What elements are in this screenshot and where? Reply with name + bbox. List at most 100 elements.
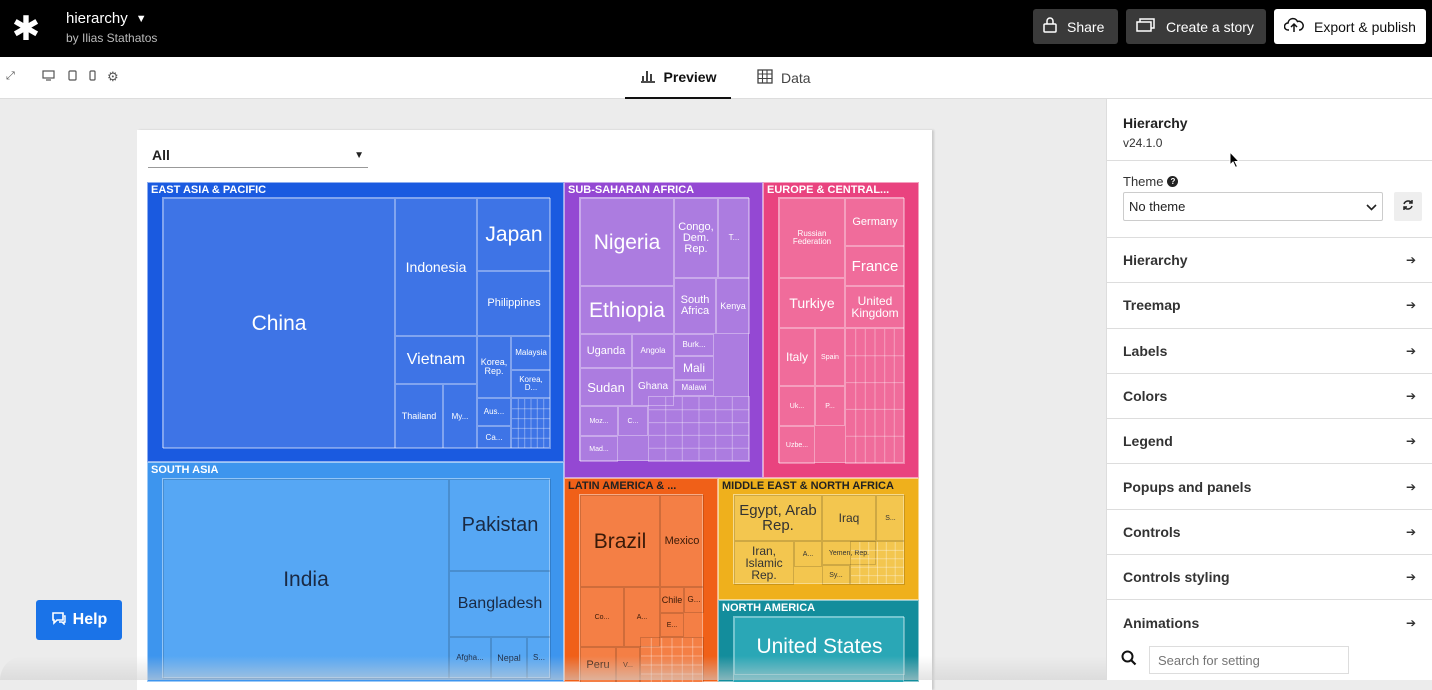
cell-russian-federation[interactable]: Russian Federation: [779, 198, 845, 278]
cell-small-countries[interactable]: [845, 328, 905, 464]
cell-small-countries[interactable]: [850, 541, 905, 585]
cell-south-africa[interactable]: South Africa: [674, 278, 716, 334]
theme-select[interactable]: No theme: [1123, 192, 1383, 221]
cell-cameroon[interactable]: C...: [618, 406, 648, 436]
cell-france[interactable]: France: [845, 246, 905, 286]
gear-icon[interactable]: ⚙: [107, 69, 119, 85]
cell-bangladesh[interactable]: Bangladesh: [449, 571, 551, 637]
cell-colombia[interactable]: Co...: [580, 587, 624, 647]
region-sub-saharan-africa[interactable]: SUB-SAHARAN AFRICA Nigeria Congo, Dem. R…: [564, 182, 763, 478]
region-filter-dropdown[interactable]: All ▼: [148, 143, 368, 168]
chevron-down-icon[interactable]: ▼: [136, 13, 147, 25]
section-colors[interactable]: Colors ➔: [1107, 374, 1432, 420]
help-icon[interactable]: ?: [1167, 176, 1179, 187]
project-title[interactable]: hierarchy: [66, 10, 128, 27]
cell-peru[interactable]: Peru: [580, 647, 616, 682]
cell-india[interactable]: India: [163, 479, 449, 679]
region-east-asia[interactable]: EAST ASIA & PACIFIC China Indonesia Japa…: [147, 182, 564, 462]
arrow-right-icon: ➔: [1405, 343, 1416, 358]
cell-korea-rep[interactable]: Korea, Rep.: [477, 336, 511, 398]
desktop-view-icon[interactable]: [42, 70, 55, 84]
section-popups-panels[interactable]: Popups and panels ➔: [1107, 464, 1432, 510]
cell-china[interactable]: China: [163, 198, 395, 449]
cell-italy[interactable]: Italy: [779, 328, 815, 386]
cell-poland[interactable]: P...: [815, 386, 845, 426]
export-publish-button[interactable]: Export & publish: [1274, 9, 1426, 44]
cell-pakistan[interactable]: Pakistan: [449, 479, 551, 571]
section-animations[interactable]: Animations ➔: [1107, 600, 1432, 646]
cell-nigeria[interactable]: Nigeria: [580, 198, 674, 286]
section-labels[interactable]: Labels ➔: [1107, 329, 1432, 374]
tab-preview[interactable]: Preview: [625, 57, 731, 99]
cell-burkina-faso[interactable]: Burk...: [674, 334, 714, 356]
cell-united-kingdom[interactable]: United Kingdom: [845, 286, 905, 328]
cell-chile[interactable]: Chile: [660, 587, 684, 613]
region-europe-central-asia[interactable]: EUROPE & CENTRAL... Russian Federation G…: [763, 182, 919, 478]
section-hierarchy[interactable]: Hierarchy ➔: [1107, 238, 1432, 284]
cell-sudan[interactable]: Sudan: [580, 368, 632, 406]
fullscreen-icon[interactable]: ⤢: [6, 70, 15, 83]
section-legend[interactable]: Legend ➔: [1107, 419, 1432, 465]
cell-ukraine[interactable]: Uk...: [779, 386, 815, 426]
cell-malaysia[interactable]: Malaysia: [511, 336, 551, 370]
cell-guatemala[interactable]: G...: [684, 587, 704, 613]
create-story-button[interactable]: Create a story: [1126, 9, 1266, 44]
cell-cambodia[interactable]: Ca...: [477, 426, 511, 449]
section-controls-styling[interactable]: Controls styling ➔: [1107, 555, 1432, 601]
cell-angola[interactable]: Angola: [632, 334, 674, 368]
tab-data[interactable]: Data: [757, 57, 817, 99]
cell-mexico[interactable]: Mexico: [660, 495, 704, 587]
region-north-america[interactable]: NORTH AMERICA United States: [718, 600, 919, 682]
cell-iraq[interactable]: Iraq: [822, 495, 876, 541]
cell-syria[interactable]: Sy...: [822, 565, 850, 585]
cell-germany[interactable]: Germany: [845, 198, 905, 246]
cell-kenya[interactable]: Kenya: [716, 278, 750, 334]
refresh-theme-button[interactable]: [1394, 192, 1422, 221]
cell-australia[interactable]: Aus...: [477, 398, 511, 426]
cell-madagascar[interactable]: Mad...: [580, 436, 618, 462]
cell-ethiopia[interactable]: Ethiopia: [580, 286, 674, 334]
section-treemap[interactable]: Treemap ➔: [1107, 283, 1432, 329]
share-button[interactable]: Share: [1033, 9, 1118, 44]
cell-united-states[interactable]: United States: [734, 617, 905, 675]
cell-turkiye[interactable]: Turkiye: [779, 278, 845, 328]
region-south-asia[interactable]: SOUTH ASIA India Pakistan Bangladesh Afg…: [147, 462, 564, 682]
section-controls[interactable]: Controls ➔: [1107, 510, 1432, 556]
cell-mozambique[interactable]: Moz...: [580, 406, 618, 436]
cell-congo-dem-rep[interactable]: Congo, Dem. Rep.: [674, 198, 718, 278]
region-middle-east-north-africa[interactable]: MIDDLE EAST & NORTH AFRICA Egypt, Arab R…: [718, 478, 919, 600]
cell-algeria[interactable]: A...: [794, 541, 822, 567]
cell-nepal[interactable]: Nepal: [491, 637, 527, 679]
project-title-area[interactable]: hierarchy ▼ by Ilias Stathatos: [66, 10, 157, 45]
cell-japan[interactable]: Japan: [477, 198, 551, 271]
cell-uzbekistan[interactable]: Uzbe...: [779, 426, 815, 464]
mobile-view-icon[interactable]: [89, 70, 96, 84]
cell-spain[interactable]: Spain: [815, 328, 845, 386]
cell-philippines[interactable]: Philippines: [477, 271, 551, 336]
cell-malawi[interactable]: Malawi: [674, 380, 714, 396]
tablet-view-icon[interactable]: [68, 70, 77, 84]
cell-venezuela[interactable]: V...: [616, 647, 640, 682]
cell-brazil[interactable]: Brazil: [580, 495, 660, 587]
cell-mali[interactable]: Mali: [674, 356, 714, 380]
cell-indonesia[interactable]: Indonesia: [395, 198, 477, 336]
cell-myanmar[interactable]: My...: [443, 384, 477, 449]
cell-small-countries[interactable]: [640, 637, 704, 682]
cell-korea-dpr[interactable]: Korea, D...: [511, 370, 551, 398]
help-button[interactable]: Help: [36, 600, 122, 640]
cell-iran[interactable]: Iran, Islamic Rep.: [734, 541, 794, 585]
cell-small-countries[interactable]: [511, 398, 551, 449]
flourish-logo-icon[interactable]: ✱: [0, 0, 52, 57]
cell-egypt[interactable]: Egypt, Arab Rep.: [734, 495, 822, 541]
cell-thailand[interactable]: Thailand: [395, 384, 443, 449]
cell-ecuador[interactable]: E...: [660, 613, 684, 637]
cell-vietnam[interactable]: Vietnam: [395, 336, 477, 384]
cell-small-countries[interactable]: [648, 396, 750, 462]
cell-saudi-arabia[interactable]: S...: [876, 495, 905, 541]
region-latin-america[interactable]: LATIN AMERICA & ... Brazil Mexico Chile …: [564, 478, 718, 682]
cell-tanzania[interactable]: T...: [718, 198, 750, 278]
cell-sri-lanka[interactable]: S...: [527, 637, 551, 679]
cell-afghanistan[interactable]: Afgha...: [449, 637, 491, 679]
search-setting-input[interactable]: [1149, 646, 1349, 674]
cell-uganda[interactable]: Uganda: [580, 334, 632, 368]
